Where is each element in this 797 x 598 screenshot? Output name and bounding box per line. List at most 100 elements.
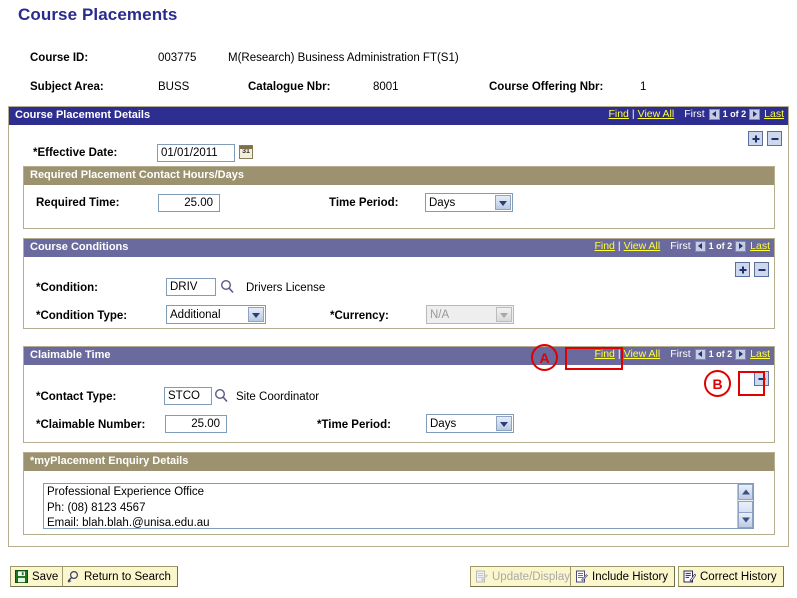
correct-history-label: Correct History [700,570,777,583]
time-period-label-required: Time Period: [329,197,399,209]
course-conditions-title: Course Conditions [30,241,129,253]
save-button[interactable]: Save [10,566,66,587]
search-back-icon [67,570,80,583]
course-conditions-header: Course Conditions Find | View All First … [24,239,774,257]
update-display-icon [475,570,488,583]
condition-type-label: *Condition Type: [36,310,128,322]
condition-input[interactable] [166,278,216,296]
enquiry-details-header: *myPlacement Enquiry Details [24,453,774,471]
currency-select-value: N/A [430,309,450,321]
last-link-claimable-time[interactable]: Last [746,348,770,360]
condition-description: Drivers License [246,282,326,294]
claimable-time-header: Claimable Time Find | View All First 1 o… [24,347,774,365]
include-history-label: Include History [592,570,669,583]
find-link-placement-details[interactable]: Find [608,108,628,120]
chevron-down-icon [496,307,512,322]
first-label-course-conditions[interactable]: First [660,240,694,252]
next-row-icon-placement-details[interactable] [749,108,761,120]
delete-row-button-placement-details[interactable] [767,131,782,146]
course-offering-nbr-label: Course Offering Nbr: [489,81,604,93]
subject-area-row: Subject Area: BUSS Catalogue Nbr: 8001 C… [0,75,797,102]
enquiry-details-panel: *myPlacement Enquiry Details Professiona… [23,452,775,535]
time-period-select-value-required: Days [429,197,456,209]
catalogue-nbr-value: 8001 [373,81,399,93]
include-history-icon [575,570,588,583]
course-conditions-nav: Find | View All First 1 of 2 Last [594,240,770,252]
course-conditions-row-actions [735,262,769,277]
currency-select: N/A [426,305,514,324]
effective-date-input[interactable] [157,144,235,162]
previous-row-icon-claimable-time[interactable] [694,348,706,360]
last-link-course-conditions[interactable]: Last [746,240,770,252]
scroll-up-icon[interactable] [738,484,753,500]
enquiry-details-textarea[interactable]: Professional Experience Office Ph: (08) … [43,483,754,529]
condition-type-select[interactable]: Additional [166,305,266,324]
required-hours-title: Required Placement Contact Hours/Days [30,169,244,181]
add-row-button-course-conditions[interactable] [735,262,750,277]
enquiry-details-text: Professional Experience Office Ph: (08) … [47,486,210,528]
catalogue-nbr-label: Catalogue Nbr: [248,81,331,93]
time-period-select-required[interactable]: Days [425,193,513,212]
subject-area-label: Subject Area: [30,81,104,93]
bottom-toolbar: Save Return to Search Update/Display Inc… [0,560,797,598]
include-history-button[interactable]: Include History [570,566,676,587]
last-link-placement-details[interactable]: Last [760,108,784,120]
return-to-search-button[interactable]: Return to Search [62,566,178,587]
claimable-time-panel: Claimable Time Find | View All First 1 o… [23,346,775,443]
previous-row-icon-placement-details[interactable] [708,108,720,120]
nav-separator: | [617,240,621,252]
required-time-input[interactable] [158,194,220,212]
previous-row-icon-course-conditions[interactable] [694,240,706,252]
annotation-box-delete-row [738,371,765,396]
scroll-down-icon[interactable] [738,512,753,528]
update-display-label: Update/Display [492,570,570,583]
correct-history-icon [683,570,697,583]
correct-history-button[interactable]: Correct History [678,566,784,587]
claimable-number-label: *Claimable Number: [36,419,146,431]
course-placement-details-header: Course Placement Details Find | View All… [9,107,788,125]
course-conditions-panel: Course Conditions Find | View All First … [23,238,775,329]
course-placement-details-title: Course Placement Details [15,109,151,121]
view-all-link-claimable-time[interactable]: View All [624,348,661,360]
chevron-down-icon [496,416,512,431]
view-all-link-placement-details[interactable]: View All [638,108,675,120]
view-all-link-course-conditions[interactable]: View All [624,240,661,252]
effective-date-label: *Effective Date: [33,147,118,159]
delete-row-button-course-conditions[interactable] [754,262,769,277]
course-placements-page: Course Placements Course ID: 003775 M(Re… [0,0,797,598]
course-id-label: Course ID: [30,52,89,64]
contact-type-description: Site Coordinator [236,391,320,403]
next-row-icon-course-conditions[interactable] [735,240,747,252]
return-to-search-label: Return to Search [84,570,171,583]
course-id-row: Course ID: 003775 M(Research) Business A… [0,48,797,75]
row-count-course-conditions: 1 of 2 [708,241,733,251]
annotation-box-view-all [565,347,623,370]
save-disk-icon [15,570,28,583]
find-link-course-conditions[interactable]: Find [594,240,614,252]
contact-type-input[interactable] [164,387,212,405]
lookup-icon-contact-type[interactable] [214,388,229,403]
required-hours-header: Required Placement Contact Hours/Days [24,167,774,185]
first-label-claimable-time[interactable]: First [660,348,694,360]
time-period-select-claimable[interactable]: Days [426,414,514,433]
time-period-select-value-claimable: Days [430,418,457,430]
course-header-info: Course ID: 003775 M(Research) Business A… [0,48,797,102]
required-time-label: Required Time: [36,197,120,209]
next-row-icon-claimable-time[interactable] [735,348,747,360]
enquiry-details-scrollbar[interactable] [737,484,753,528]
course-placement-details-nav: Find | View All First 1 of 2 Last [608,108,784,120]
update-display-button: Update/Display [470,566,577,587]
calendar-icon[interactable]: 31 [239,145,253,159]
lookup-icon-condition[interactable] [220,279,235,294]
nav-separator: | [631,108,635,120]
condition-label: *Condition: [36,282,98,294]
claimable-time-title: Claimable Time [30,349,111,361]
first-label-placement-details[interactable]: First [674,108,708,120]
currency-label: *Currency: [330,310,389,322]
page-title: Course Placements [18,5,178,24]
chevron-down-icon [495,195,511,210]
enquiry-details-title: *myPlacement Enquiry Details [30,455,189,467]
add-row-button-placement-details[interactable] [748,131,763,146]
course-offering-nbr-value: 1 [640,81,647,93]
claimable-number-input[interactable] [165,415,227,433]
